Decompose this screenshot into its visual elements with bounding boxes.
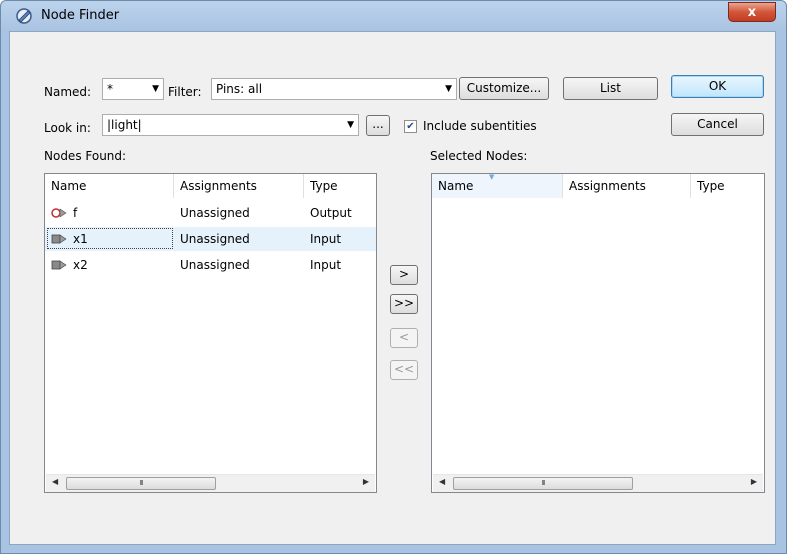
horizontal-scrollbar[interactable]: ◀ III ▶: [46, 474, 375, 492]
cell-assignment: Unassigned: [180, 206, 250, 220]
cell-type: Input: [310, 232, 342, 246]
include-subentities-label: Include subentities: [423, 119, 537, 133]
scroll-left-arrow-icon[interactable]: ◀: [439, 477, 445, 486]
named-label: Named:: [44, 85, 92, 99]
table-row-selected[interactable]: x1 Unassigned Input: [45, 227, 376, 251]
cell-assignment: Unassigned: [180, 258, 250, 272]
nodes-found-list[interactable]: Name Assignments Type f Unassigned Outpu…: [44, 173, 377, 493]
window-title: Node Finder: [41, 8, 120, 23]
scroll-thumb[interactable]: III: [453, 477, 633, 490]
column-header-name-label: Name: [438, 179, 474, 193]
ok-button[interactable]: OK: [671, 75, 764, 98]
close-icon: x: [747, 5, 757, 20]
column-header-type[interactable]: Type: [304, 174, 376, 198]
cell-name: f: [73, 206, 78, 220]
add-all-button[interactable]: >>: [390, 294, 418, 314]
output-pin-icon: [51, 208, 67, 218]
look-in-value: |light|: [107, 118, 142, 132]
dialog-body: Named: * ▼ Filter: Pins: all ▼ Customize…: [9, 31, 776, 545]
cell-type: Input: [310, 258, 342, 272]
table-row[interactable]: f Unassigned Output: [45, 201, 376, 225]
cell-type: Output: [310, 206, 352, 220]
scroll-right-arrow-icon[interactable]: ▶: [751, 477, 757, 486]
cancel-button[interactable]: Cancel: [671, 113, 764, 136]
look-in-label: Look in:: [44, 121, 91, 135]
named-value: *: [107, 82, 113, 96]
remove-selected-button[interactable]: <: [390, 328, 418, 348]
close-button[interactable]: x: [728, 2, 776, 22]
add-selected-button[interactable]: >: [390, 265, 418, 285]
cell-name: x1: [73, 232, 88, 246]
input-pin-icon: [51, 234, 67, 244]
chevron-down-icon: ▼: [152, 84, 159, 94]
include-subentities-checkbox[interactable]: ✔: [404, 120, 417, 133]
node-finder-window: Node Finder x Named: * ▼ Filter: Pins: a…: [0, 0, 787, 554]
list-button[interactable]: List: [563, 77, 658, 100]
named-combo[interactable]: * ▼: [102, 78, 164, 100]
column-header-assignments[interactable]: Assignments: [563, 174, 691, 198]
scroll-left-arrow-icon[interactable]: ◀: [52, 477, 58, 486]
scroll-thumb[interactable]: III: [66, 477, 216, 490]
filter-value: Pins: all: [216, 82, 263, 96]
title-bar: Node Finder x: [1, 1, 786, 31]
app-icon: [16, 8, 32, 24]
cell-assignment: Unassigned: [180, 232, 250, 246]
chevron-down-icon: ▼: [445, 84, 452, 94]
remove-all-button[interactable]: <<: [390, 360, 418, 380]
cell-name: x2: [73, 258, 88, 272]
chevron-down-icon: ▼: [347, 120, 354, 130]
table-row[interactable]: x2 Unassigned Input: [45, 253, 376, 277]
browse-button[interactable]: ...: [366, 115, 390, 136]
column-header-name[interactable]: Name: [45, 174, 174, 198]
horizontal-scrollbar[interactable]: ◀ III ▶: [433, 474, 763, 492]
customize-button[interactable]: Customize...: [459, 77, 549, 100]
column-header-name[interactable]: Name ▼: [432, 173, 563, 198]
column-header-type[interactable]: Type: [691, 174, 764, 198]
look-in-combo[interactable]: |light| ▼: [102, 114, 359, 136]
scroll-right-arrow-icon[interactable]: ▶: [363, 477, 369, 486]
input-pin-icon: [51, 260, 67, 270]
nodes-found-label: Nodes Found:: [44, 149, 127, 163]
filter-combo[interactable]: Pins: all ▼: [211, 78, 457, 100]
sort-indicator-icon: ▼: [489, 173, 495, 181]
selected-nodes-label: Selected Nodes:: [430, 149, 528, 163]
checkmark-icon: ✔: [406, 121, 415, 132]
filter-label: Filter:: [168, 85, 202, 99]
selected-nodes-list[interactable]: Name ▼ Assignments Type ◀ III ▶: [431, 173, 765, 493]
column-header-assignments[interactable]: Assignments: [174, 174, 304, 198]
